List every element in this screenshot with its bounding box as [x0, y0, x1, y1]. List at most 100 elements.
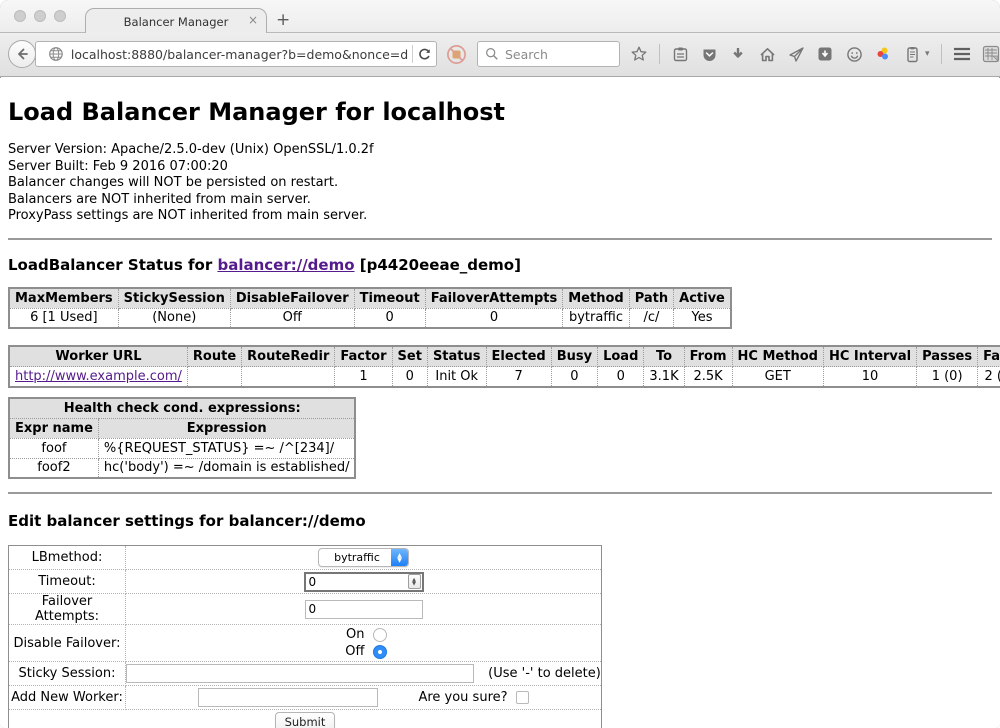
col-passes: Passes — [917, 346, 978, 367]
divider — [8, 238, 992, 240]
divider — [412, 45, 413, 63]
add-new-worker-input[interactable] — [198, 688, 378, 707]
search-input[interactable] — [505, 47, 605, 62]
col-fails: Fails — [978, 346, 1000, 367]
cell-elected: 7 — [486, 367, 551, 387]
col-from: From — [684, 346, 732, 367]
cell-passes: 1 (0) — [917, 367, 978, 387]
downloads-icon[interactable] — [729, 45, 747, 63]
col-stickysession: StickySession — [118, 288, 230, 309]
col-set: Set — [392, 346, 427, 367]
page-title: Load Balancer Manager for localhost — [8, 98, 992, 126]
table-row: foof %{REQUEST_STATUS} =~ /^[234]/ — [9, 438, 355, 458]
timeout-label: Timeout: — [9, 570, 126, 594]
table-row: foof2 hc('body') =~ /domain is establish… — [9, 458, 355, 478]
table-title-row: Health check cond. expressions: — [9, 398, 355, 419]
url-bar[interactable]: localhost:8880/balancer-manager?b=demo&n… — [35, 41, 437, 67]
number-spinner-icon[interactable]: ▲▼ — [408, 574, 421, 589]
disable-failover-off-radio[interactable] — [373, 645, 387, 659]
send-tab-icon[interactable] — [787, 45, 805, 63]
zoom-window-button[interactable] — [54, 10, 66, 22]
col-timeout: Timeout — [354, 288, 425, 309]
cell-expression: hc('body') =~ /domain is established/ — [98, 458, 355, 478]
health-table-title: Health check cond. expressions: — [9, 398, 355, 419]
cell-disablefailover: Off — [230, 308, 354, 328]
balancer-demo-link[interactable]: balancer://demo — [217, 256, 354, 274]
cell-factor: 1 — [335, 367, 392, 387]
globe-icon — [48, 46, 64, 62]
tab-close-icon[interactable]: × — [248, 14, 258, 26]
are-you-sure-checkbox[interactable] — [516, 691, 529, 704]
feedback-smiley-icon[interactable] — [845, 45, 863, 63]
minimize-window-button[interactable] — [34, 10, 46, 22]
content-blocked-icon[interactable] — [446, 44, 467, 65]
toolbar-icons: ▾ — [630, 41, 1000, 67]
traffic-lights — [14, 10, 66, 22]
submit-button[interactable]: Submit — [275, 712, 336, 728]
chevron-down-icon[interactable]: ▾ — [925, 49, 930, 59]
reading-list-icon[interactable] — [671, 45, 689, 63]
cell-routeredir — [242, 367, 335, 387]
col-elected: Elected — [486, 346, 551, 367]
cell-set: 0 — [392, 367, 427, 387]
proxypass-note-line: ProxyPass settings are NOT inherited fro… — [8, 208, 992, 225]
edit-settings-heading: Edit balancer settings for balancer://de… — [8, 512, 992, 530]
persist-note-line: Balancer changes will NOT be persisted o… — [8, 175, 992, 192]
cell-to: 3.1K — [644, 367, 684, 387]
colorful-extension-icon[interactable] — [874, 45, 892, 63]
cell-route — [187, 367, 241, 387]
pocket-icon[interactable] — [700, 45, 718, 63]
heading-prefix: LoadBalancer Status for — [8, 256, 217, 274]
worker-url-link[interactable]: http://www.example.com/ — [15, 369, 182, 384]
page-tool-icon[interactable] — [982, 45, 1000, 63]
cell-from: 2.5K — [684, 367, 732, 387]
select-stepper-icon: ▲▼ — [391, 549, 408, 566]
divider — [941, 44, 942, 64]
page-content: Load Balancer Manager for localhost Serv… — [0, 78, 1000, 728]
cell-expr-name: foof — [9, 438, 98, 458]
menu-hamburger-icon[interactable] — [953, 45, 971, 63]
radio-on-label: On — [341, 627, 365, 642]
search-bar[interactable] — [477, 41, 620, 67]
col-status: Status — [427, 346, 486, 367]
timeout-value: 0 — [306, 575, 408, 589]
cell-timeout: 0 — [354, 308, 425, 328]
loadbalancer-status-heading: LoadBalancer Status for balancer://demo … — [8, 256, 992, 274]
close-window-button[interactable] — [14, 10, 26, 22]
search-icon — [485, 47, 499, 61]
form-row-timeout: Timeout: 0 ▲▼ — [9, 570, 602, 594]
titlebar: Balancer Manager × + — [0, 0, 1000, 33]
timeout-input[interactable]: 0 ▲▼ — [304, 572, 424, 592]
col-routeredir: RouteRedir — [242, 346, 335, 367]
disable-failover-on-radio[interactable] — [373, 628, 387, 642]
col-route: Route — [187, 346, 241, 367]
cell-method: bytraffic — [563, 308, 629, 328]
extension-download-icon[interactable] — [816, 45, 834, 63]
tab-balancer-manager[interactable]: Balancer Manager × — [85, 8, 267, 34]
lbmethod-selected-value: bytraffic — [319, 549, 391, 566]
col-active: Active — [674, 288, 731, 309]
url-text[interactable]: localhost:8880/balancer-manager?b=demo&n… — [71, 47, 408, 62]
cell-maxmembers: 6 [1 Used] — [9, 308, 118, 328]
form-row-submit: Submit — [9, 710, 602, 728]
heading-suffix: [p4420eeae_demo] — [355, 256, 521, 274]
col-expression: Expression — [98, 418, 355, 438]
col-hc-interval: HC Interval — [823, 346, 916, 367]
reload-icon[interactable] — [417, 47, 432, 62]
browser-window: Balancer Manager × + localhost:8880/bala… — [0, 0, 1000, 728]
form-row-sticky-session: Sticky Session: (Use '-' to delete) — [9, 662, 602, 686]
home-icon[interactable] — [758, 45, 776, 63]
clipboard-extension-icon[interactable] — [903, 45, 921, 63]
bookmark-star-icon[interactable] — [630, 45, 648, 63]
cell-busy: 0 — [551, 367, 597, 387]
failover-attempts-input[interactable] — [305, 600, 423, 619]
sticky-session-input[interactable] — [126, 664, 474, 683]
new-tab-button[interactable]: + — [276, 10, 290, 30]
col-hc-method: HC Method — [732, 346, 823, 367]
lbmethod-select[interactable]: bytraffic ▲▼ — [318, 548, 409, 567]
worker-table: Worker URL Route RouteRedir Factor Set S… — [8, 345, 1000, 388]
health-check-table: Health check cond. expressions: Expr nam… — [8, 397, 356, 480]
cell-status: Init Ok — [427, 367, 486, 387]
back-button[interactable] — [8, 40, 36, 68]
failover-attempts-label: Failover Attempts: — [9, 594, 126, 625]
